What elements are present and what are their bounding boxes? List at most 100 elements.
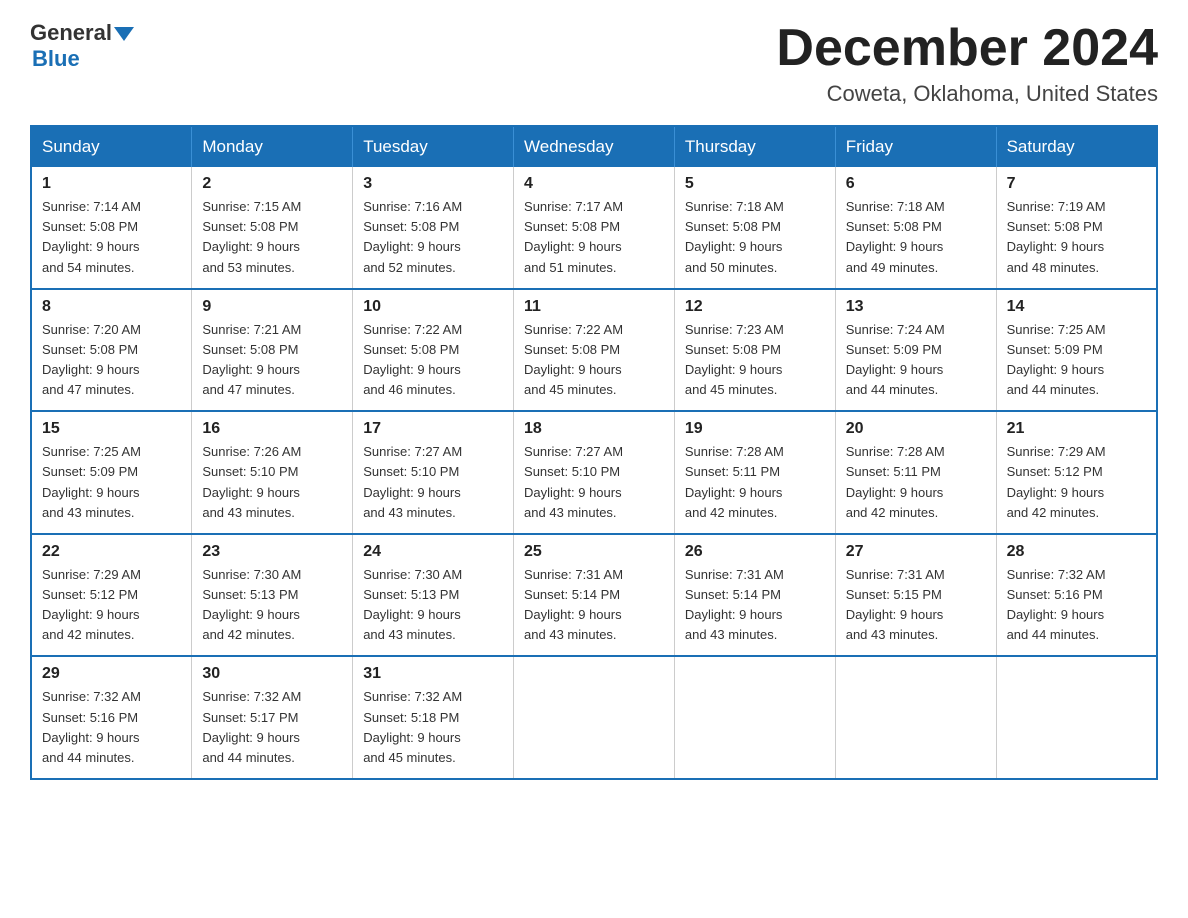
day-info: Sunrise: 7:25 AMSunset: 5:09 PMDaylight:…	[1007, 320, 1146, 401]
logo-blue-text: Blue	[32, 46, 80, 71]
week-row: 8 Sunrise: 7:20 AMSunset: 5:08 PMDaylight…	[31, 289, 1157, 412]
calendar-cell: 13Sunrise: 7:24 AMSunset: 5:09 PMDayligh…	[835, 289, 996, 412]
day-number: 7	[1007, 175, 1146, 193]
day-info: Sunrise: 7:31 AMSunset: 5:14 PMDaylight:…	[685, 565, 825, 646]
calendar-cell: 20 Sunrise: 7:28 AMSunset: 5:11 PMDayligh…	[835, 411, 996, 534]
day-info: Sunrise: 7:22 AMSunset: 5:08 PMDaylight:…	[363, 320, 503, 401]
title-area: December 2024 Coweta, Oklahoma, United S…	[776, 20, 1158, 107]
day-number: 1	[42, 175, 181, 193]
day-info: Sunrise: 7:17 AMSunset: 5:08 PMDaylight:…	[524, 197, 664, 278]
day-info: Sunrise: 7:14 AMSunset: 5:08 PMDaylight:…	[42, 197, 181, 278]
calendar-cell: 21Sunrise: 7:29 AMSunset: 5:12 PMDayligh…	[996, 411, 1157, 534]
day-number: 10	[363, 298, 503, 316]
day-info: Sunrise: 7:28 AMSunset: 5:11 PMDaylight:…	[846, 442, 986, 523]
week-row: 22Sunrise: 7:29 AMSunset: 5:12 PMDayligh…	[31, 534, 1157, 657]
day-info: Sunrise: 7:18 AMSunset: 5:08 PMDaylight:…	[685, 197, 825, 278]
day-info: Sunrise: 7:26 AMSunset: 5:10 PMDaylight:…	[202, 442, 342, 523]
day-info: Sunrise: 7:30 AMSunset: 5:13 PMDaylight:…	[363, 565, 503, 646]
day-number: 23	[202, 543, 342, 561]
day-number: 24	[363, 543, 503, 561]
logo-general-text: General	[30, 20, 112, 46]
calendar-cell: 3 Sunrise: 7:16 AMSunset: 5:08 PMDaylight…	[353, 167, 514, 289]
calendar-cell: 14 Sunrise: 7:25 AMSunset: 5:09 PMDayligh…	[996, 289, 1157, 412]
calendar-cell: 19 Sunrise: 7:28 AMSunset: 5:11 PMDayligh…	[674, 411, 835, 534]
calendar-cell: 28 Sunrise: 7:32 AMSunset: 5:16 PMDayligh…	[996, 534, 1157, 657]
calendar-cell: 18 Sunrise: 7:27 AMSunset: 5:10 PMDayligh…	[514, 411, 675, 534]
logo-triangle-icon	[114, 27, 134, 41]
day-number: 17	[363, 420, 503, 438]
calendar-cell: 8 Sunrise: 7:20 AMSunset: 5:08 PMDaylight…	[31, 289, 192, 412]
calendar-header: Sunday Monday Tuesday Wednesday Thursday…	[31, 126, 1157, 167]
day-info: Sunrise: 7:32 AMSunset: 5:18 PMDaylight:…	[363, 687, 503, 768]
day-info: Sunrise: 7:32 AMSunset: 5:16 PMDaylight:…	[42, 687, 181, 768]
day-number: 4	[524, 175, 664, 193]
day-number: 16	[202, 420, 342, 438]
calendar-cell: 2 Sunrise: 7:15 AMSunset: 5:08 PMDaylight…	[192, 167, 353, 289]
day-number: 9	[202, 298, 342, 316]
day-number: 15	[42, 420, 181, 438]
calendar-cell: 9 Sunrise: 7:21 AMSunset: 5:08 PMDaylight…	[192, 289, 353, 412]
day-number: 11	[524, 298, 664, 316]
day-info: Sunrise: 7:32 AMSunset: 5:17 PMDaylight:…	[202, 687, 342, 768]
col-friday: Friday	[835, 126, 996, 167]
day-info: Sunrise: 7:28 AMSunset: 5:11 PMDaylight:…	[685, 442, 825, 523]
calendar-cell: 29Sunrise: 7:32 AMSunset: 5:16 PMDayligh…	[31, 656, 192, 779]
col-monday: Monday	[192, 126, 353, 167]
week-row: 15Sunrise: 7:25 AMSunset: 5:09 PMDayligh…	[31, 411, 1157, 534]
page-header: General Blue December 2024 Coweta, Oklah…	[30, 20, 1158, 107]
calendar-cell	[835, 656, 996, 779]
calendar-cell: 25Sunrise: 7:31 AMSunset: 5:14 PMDayligh…	[514, 534, 675, 657]
day-info: Sunrise: 7:29 AMSunset: 5:12 PMDaylight:…	[42, 565, 181, 646]
calendar-table: Sunday Monday Tuesday Wednesday Thursday…	[30, 125, 1158, 780]
day-info: Sunrise: 7:27 AMSunset: 5:10 PMDaylight:…	[363, 442, 503, 523]
calendar-cell: 6 Sunrise: 7:18 AMSunset: 5:08 PMDaylight…	[835, 167, 996, 289]
day-number: 20	[846, 420, 986, 438]
day-info: Sunrise: 7:19 AMSunset: 5:08 PMDaylight:…	[1007, 197, 1146, 278]
calendar-cell	[514, 656, 675, 779]
day-number: 8	[42, 298, 181, 316]
day-info: Sunrise: 7:31 AMSunset: 5:15 PMDaylight:…	[846, 565, 986, 646]
day-info: Sunrise: 7:32 AMSunset: 5:16 PMDaylight:…	[1007, 565, 1146, 646]
day-info: Sunrise: 7:20 AMSunset: 5:08 PMDaylight:…	[42, 320, 181, 401]
day-info: Sunrise: 7:27 AMSunset: 5:10 PMDaylight:…	[524, 442, 664, 523]
calendar-cell: 22Sunrise: 7:29 AMSunset: 5:12 PMDayligh…	[31, 534, 192, 657]
day-info: Sunrise: 7:21 AMSunset: 5:08 PMDaylight:…	[202, 320, 342, 401]
day-number: 30	[202, 665, 342, 683]
day-number: 14	[1007, 298, 1146, 316]
location-text: Coweta, Oklahoma, United States	[776, 81, 1158, 107]
day-number: 26	[685, 543, 825, 561]
day-number: 25	[524, 543, 664, 561]
day-info: Sunrise: 7:30 AMSunset: 5:13 PMDaylight:…	[202, 565, 342, 646]
calendar-cell: 24 Sunrise: 7:30 AMSunset: 5:13 PMDayligh…	[353, 534, 514, 657]
day-info: Sunrise: 7:16 AMSunset: 5:08 PMDaylight:…	[363, 197, 503, 278]
day-number: 3	[363, 175, 503, 193]
day-info: Sunrise: 7:18 AMSunset: 5:08 PMDaylight:…	[846, 197, 986, 278]
logo-area: General Blue	[30, 20, 134, 72]
day-number: 2	[202, 175, 342, 193]
col-sunday: Sunday	[31, 126, 192, 167]
day-number: 18	[524, 420, 664, 438]
col-thursday: Thursday	[674, 126, 835, 167]
day-info: Sunrise: 7:15 AMSunset: 5:08 PMDaylight:…	[202, 197, 342, 278]
calendar-cell: 7 Sunrise: 7:19 AMSunset: 5:08 PMDaylight…	[996, 167, 1157, 289]
day-number: 5	[685, 175, 825, 193]
calendar-cell: 17 Sunrise: 7:27 AMSunset: 5:10 PMDayligh…	[353, 411, 514, 534]
day-number: 27	[846, 543, 986, 561]
week-row: 29Sunrise: 7:32 AMSunset: 5:16 PMDayligh…	[31, 656, 1157, 779]
calendar-cell: 12Sunrise: 7:23 AMSunset: 5:08 PMDayligh…	[674, 289, 835, 412]
calendar-cell: 27 Sunrise: 7:31 AMSunset: 5:15 PMDayligh…	[835, 534, 996, 657]
day-number: 19	[685, 420, 825, 438]
day-info: Sunrise: 7:24 AMSunset: 5:09 PMDaylight:…	[846, 320, 986, 401]
day-info: Sunrise: 7:23 AMSunset: 5:08 PMDaylight:…	[685, 320, 825, 401]
calendar-cell: 5 Sunrise: 7:18 AMSunset: 5:08 PMDaylight…	[674, 167, 835, 289]
month-title: December 2024	[776, 20, 1158, 77]
day-number: 6	[846, 175, 986, 193]
day-number: 28	[1007, 543, 1146, 561]
calendar-cell: 11Sunrise: 7:22 AMSunset: 5:08 PMDayligh…	[514, 289, 675, 412]
calendar-cell: 4 Sunrise: 7:17 AMSunset: 5:08 PMDaylight…	[514, 167, 675, 289]
calendar-cell: 30 Sunrise: 7:32 AMSunset: 5:17 PMDayligh…	[192, 656, 353, 779]
calendar-cell: 26 Sunrise: 7:31 AMSunset: 5:14 PMDayligh…	[674, 534, 835, 657]
header-row: Sunday Monday Tuesday Wednesday Thursday…	[31, 126, 1157, 167]
calendar-cell: 1 Sunrise: 7:14 AMSunset: 5:08 PMDaylight…	[31, 167, 192, 289]
logo: General	[30, 20, 134, 46]
